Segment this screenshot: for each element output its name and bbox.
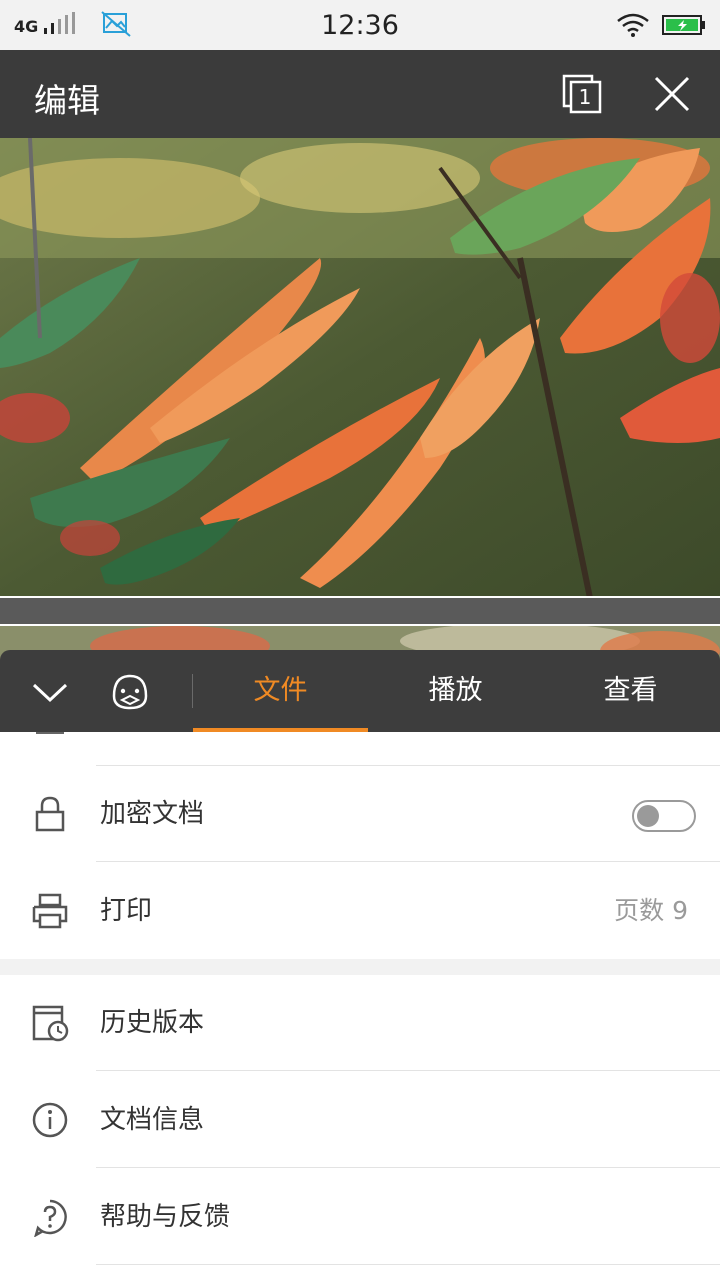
divider bbox=[96, 861, 720, 862]
menu-item-label: 文档信息 bbox=[100, 1105, 205, 1135]
menu-item-label: 帮助与反馈 bbox=[100, 1202, 231, 1232]
menu-item-print[interactable]: 打印 页数 9 bbox=[0, 863, 720, 959]
mascot-icon[interactable] bbox=[108, 670, 152, 714]
file-menu-list: 加密文档 打印 页数 9 历史版本 文档信息 帮助与反馈 bbox=[0, 732, 720, 1280]
menu-item-label: 历史版本 bbox=[100, 1008, 205, 1038]
slide-image[interactable] bbox=[0, 138, 720, 598]
divider bbox=[96, 1070, 720, 1071]
divider bbox=[96, 1167, 720, 1168]
history-icon bbox=[32, 1005, 69, 1042]
close-icon[interactable] bbox=[650, 72, 694, 116]
page-title: 编辑 bbox=[34, 81, 100, 120]
collapse-chevron-icon[interactable] bbox=[28, 672, 72, 712]
menu-item-history[interactable]: 历史版本 bbox=[0, 975, 720, 1071]
clock: 12:36 bbox=[321, 10, 399, 41]
printer-icon bbox=[32, 893, 68, 929]
menu-item-partial[interactable] bbox=[0, 732, 720, 766]
menu-item-label: 打印 bbox=[100, 896, 153, 926]
tab-view[interactable]: 查看 bbox=[543, 650, 718, 732]
help-icon bbox=[34, 1199, 67, 1237]
page-count-value: 页数 9 bbox=[614, 896, 688, 925]
partial-icon bbox=[36, 732, 64, 734]
tab-file[interactable]: 文件 bbox=[193, 650, 368, 732]
title-bar: 编辑 1 bbox=[0, 50, 720, 138]
lock-icon bbox=[35, 796, 65, 832]
wifi-icon bbox=[617, 13, 649, 37]
bottom-panel-tabbar: 文件 播放 查看 bbox=[0, 650, 720, 732]
battery-icon bbox=[662, 15, 705, 35]
document-preview[interactable] bbox=[0, 138, 720, 668]
menu-item-doc-info[interactable]: 文档信息 bbox=[0, 1072, 720, 1168]
menu-item-help[interactable]: 帮助与反馈 bbox=[0, 1169, 720, 1265]
status-bar: 4G 12:36 bbox=[0, 0, 720, 50]
tab-play[interactable]: 播放 bbox=[368, 650, 543, 732]
page-count-badge: 1 bbox=[578, 85, 592, 109]
toggle-knob bbox=[637, 805, 659, 827]
menu-item-label: 加密文档 bbox=[100, 799, 205, 829]
divider bbox=[96, 1264, 720, 1265]
info-icon bbox=[32, 1102, 68, 1138]
menu-item-encrypt[interactable]: 加密文档 bbox=[0, 766, 720, 862]
section-separator bbox=[0, 959, 720, 975]
encrypt-toggle[interactable] bbox=[632, 800, 696, 832]
